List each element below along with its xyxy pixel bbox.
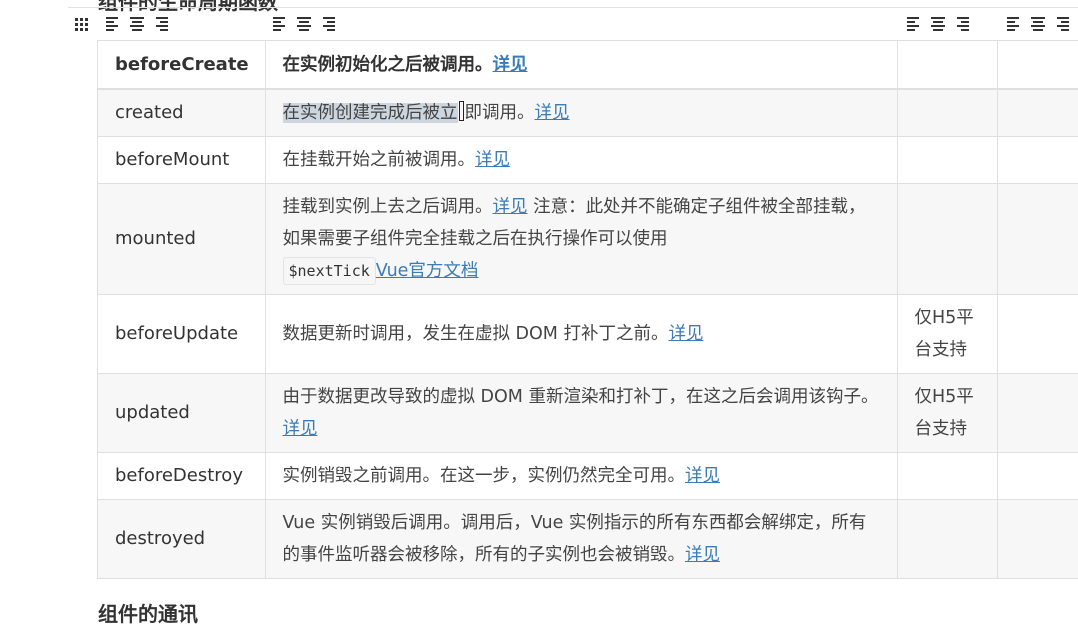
- hook-name: created: [98, 89, 266, 137]
- hook-name: destroyed: [98, 499, 266, 579]
- align-center-icon[interactable]: [930, 16, 946, 32]
- hook-name: updated: [98, 373, 266, 453]
- hook-name: beforeMount: [98, 136, 266, 184]
- platform-note: [897, 499, 998, 579]
- detail-link[interactable]: 详见: [283, 419, 318, 439]
- hook-description[interactable]: 在实例创建完成后被立 即调用。详见: [265, 89, 898, 137]
- code-nexttick: $nextTick: [282, 256, 376, 285]
- detail-link[interactable]: 详见: [493, 55, 528, 75]
- table-row: updated 由于数据更改导致的虚拟 DOM 重新渲染和打补丁，在这之后会调用…: [98, 373, 1078, 453]
- align-left-icon[interactable]: [906, 16, 922, 32]
- table-row: destroyed Vue 实例销毁后调用。调用后，Vue 实例指示的所有东西都…: [98, 499, 1078, 579]
- lifecycle-table: beforeCreate 在实例初始化之后被调用。详见 created 在实例创…: [97, 40, 1078, 579]
- platform-note: [897, 183, 998, 295]
- next-section-heading: 组件的通讯: [98, 602, 198, 626]
- hook-description[interactable]: Vue 实例销毁后调用。调用后，Vue 实例指示的所有东西都会解绑定，所有的事件…: [265, 499, 898, 579]
- table-row: mounted 挂载到实例上去之后调用。详见 注意：此处并不能确定子组件被全部挂…: [98, 183, 1078, 295]
- hook-description[interactable]: 在挂载开始之前被调用。详见: [265, 136, 898, 184]
- description-text: 在挂载开始之前被调用。: [282, 149, 476, 170]
- hook-name: mounted: [98, 183, 266, 295]
- table-row: beforeCreate 在实例初始化之后被调用。详见: [98, 41, 1078, 90]
- table-row: beforeDestroy 实例销毁之前调用。在这一步，实例仍然完全可用。详见: [98, 452, 1078, 500]
- align-right-icon[interactable]: [1054, 16, 1070, 32]
- align-center-icon[interactable]: [296, 16, 312, 32]
- detail-link[interactable]: 详见: [668, 324, 703, 344]
- detail-link[interactable]: 详见: [535, 103, 570, 123]
- empty-cell: [997, 183, 1078, 295]
- platform-note: 仅H5平台支持: [897, 294, 998, 374]
- grid-icon[interactable]: [75, 18, 89, 32]
- selected-text: 在实例创建完成后被立: [282, 102, 458, 123]
- description-text: 数据更新时调用，发生在虚拟 DOM 打补丁之前。: [282, 323, 669, 344]
- hook-name: beforeCreate: [98, 41, 266, 90]
- vue-docs-link[interactable]: Vue官方文档: [376, 261, 479, 281]
- description-text: Vue 实例销毁后调用。调用后，Vue 实例指示的所有东西都会解绑定，所有的事件…: [282, 512, 867, 565]
- hook-name: beforeDestroy: [98, 452, 266, 500]
- column-1-align-toolbar: [105, 16, 169, 32]
- align-left-icon[interactable]: [272, 16, 288, 32]
- detail-link[interactable]: 详见: [475, 150, 510, 170]
- empty-cell: [997, 41, 1078, 90]
- platform-note: [897, 89, 998, 137]
- column-4-align-toolbar: [1006, 16, 1070, 32]
- hook-description[interactable]: 挂载到实例上去之后调用。详见 注意：此处并不能确定子组件被全部挂载，如果需要子组…: [265, 183, 898, 295]
- hook-description[interactable]: 实例销毁之前调用。在这一步，实例仍然完全可用。详见: [265, 452, 898, 500]
- text-cursor-icon: [458, 100, 464, 121]
- align-left-icon[interactable]: [1006, 16, 1022, 32]
- platform-note: [897, 41, 998, 90]
- hook-description[interactable]: 在实例初始化之后被调用。详见: [265, 41, 898, 90]
- detail-link[interactable]: 详见: [685, 545, 720, 565]
- table-row: created 在实例创建完成后被立 即调用。详见: [98, 89, 1078, 137]
- align-right-icon[interactable]: [153, 16, 169, 32]
- description-text: 由于数据更改导致的虚拟 DOM 重新渲染和打补丁，在这之后会调用该钩子。: [282, 386, 879, 407]
- align-right-icon[interactable]: [954, 16, 970, 32]
- column-2-align-toolbar: [272, 16, 336, 32]
- divider: [68, 7, 1078, 8]
- platform-note: 仅H5平台支持: [897, 373, 998, 453]
- column-3-align-toolbar: [906, 16, 970, 32]
- empty-cell: [997, 452, 1078, 500]
- hook-description[interactable]: 数据更新时调用，发生在虚拟 DOM 打补丁之前。详见: [265, 294, 898, 374]
- description-text: 即调用。: [464, 102, 535, 123]
- platform-note: [897, 452, 998, 500]
- platform-note: [897, 136, 998, 184]
- empty-cell: [997, 89, 1078, 137]
- empty-cell: [997, 136, 1078, 184]
- align-center-icon[interactable]: [129, 16, 145, 32]
- table-row: beforeUpdate 数据更新时调用，发生在虚拟 DOM 打补丁之前。详见 …: [98, 294, 1078, 374]
- align-right-icon[interactable]: [320, 16, 336, 32]
- description-text: 挂载到实例上去之后调用。: [282, 196, 493, 217]
- detail-link[interactable]: 详见: [685, 466, 720, 486]
- detail-link[interactable]: 详见: [493, 197, 528, 217]
- align-left-icon[interactable]: [105, 16, 121, 32]
- hook-description[interactable]: 由于数据更改导致的虚拟 DOM 重新渲染和打补丁，在这之后会调用该钩子。详见: [265, 373, 898, 453]
- hook-name: beforeUpdate: [98, 294, 266, 374]
- table-row: beforeMount 在挂载开始之前被调用。详见: [98, 136, 1078, 184]
- align-center-icon[interactable]: [1030, 16, 1046, 32]
- empty-cell: [997, 294, 1078, 374]
- empty-cell: [997, 499, 1078, 579]
- description-text: 实例销毁之前调用。在这一步，实例仍然完全可用。: [282, 465, 686, 486]
- empty-cell: [997, 373, 1078, 453]
- description-text: 在实例初始化之后被调用。: [282, 54, 493, 75]
